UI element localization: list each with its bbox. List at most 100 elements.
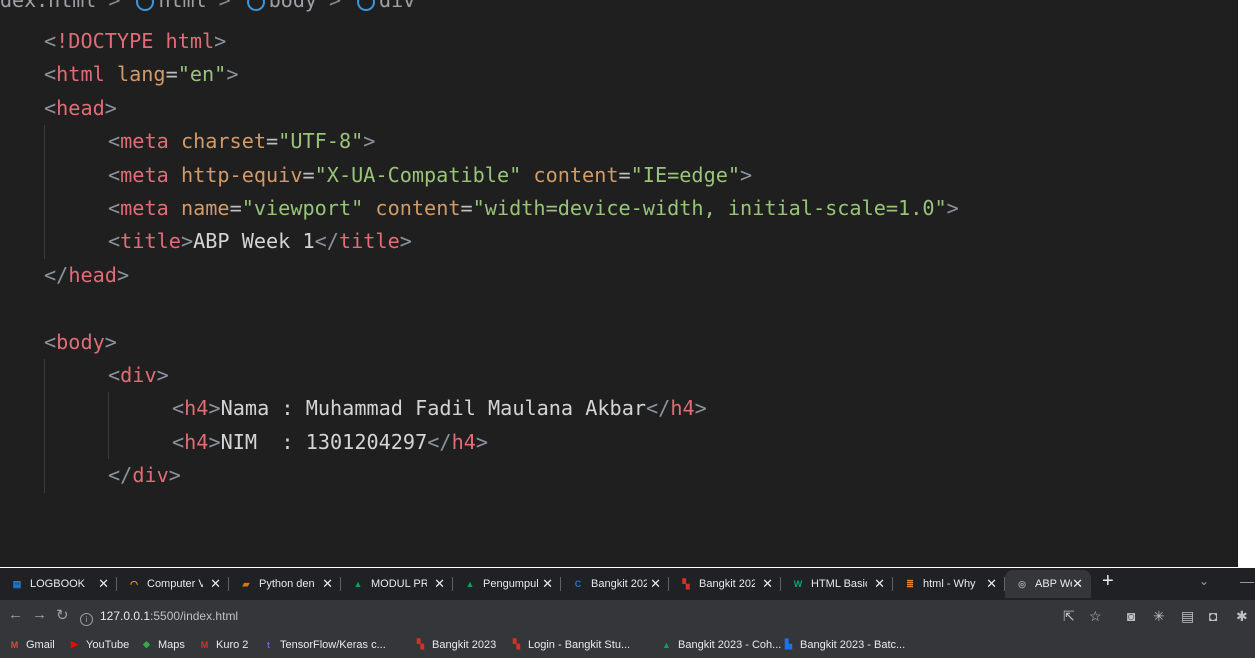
code-line[interactable]: <html lang="en">: [44, 58, 959, 91]
extension-icon[interactable]: ◙: [1127, 608, 1135, 624]
bookmark-label: Login - Bangkit Stu...: [528, 638, 631, 651]
close-tab-icon[interactable]: ✕: [874, 576, 885, 592]
code-line[interactable]: </div>: [44, 459, 959, 492]
code-line[interactable]: <div>: [44, 359, 959, 392]
close-tab-icon[interactable]: ✕: [986, 576, 997, 592]
element-icon: [357, 0, 376, 11]
code-token: <: [172, 396, 185, 421]
code-token: <: [44, 329, 57, 354]
code-line[interactable]: <body>: [44, 326, 959, 359]
code-token: >: [168, 463, 181, 488]
code-token: >: [214, 29, 227, 53]
code-line[interactable]: <meta http-equiv="X-UA-Compatible" conte…: [44, 159, 959, 192]
bookmark-item[interactable]: ▲ Bangkit 2023 - Coh...: [660, 638, 781, 651]
code-token: >: [156, 362, 169, 387]
code-line[interactable]: <head>: [44, 92, 959, 125]
bookmark-item[interactable]: ▚ Bangkit 2023: [414, 638, 496, 651]
browser-tab[interactable]: ▲ MODUL PR ✕: [341, 570, 453, 598]
stackoverflow-icon: ≣: [906, 578, 914, 589]
bookmark-label: Maps: [158, 638, 185, 651]
browser-tab[interactable]: ◎ ABP Week✕: [1005, 570, 1091, 598]
code-token: h4: [184, 396, 209, 421]
browser-tab[interactable]: C Bangkit 202 ✕: [561, 570, 669, 598]
tab-label: MODUL PR: [371, 578, 427, 590]
bookmark-item[interactable]: M Gmail: [8, 638, 55, 651]
code-token: =: [618, 162, 631, 187]
code-line[interactable]: <title>ABP Week 1</title>: [44, 225, 959, 258]
code-line[interactable]: <h4>NIM : 1301204297</h4>: [44, 426, 959, 459]
code-token: </: [314, 229, 339, 254]
browser-tab[interactable]: ◠ Computer V ✕: [117, 570, 229, 598]
breadcrumb-item[interactable]: body: [269, 0, 317, 12]
breadcrumb-item[interactable]: dex.html: [0, 0, 96, 12]
share-icon[interactable]: ⇱: [1063, 608, 1075, 625]
bookmark-item[interactable]: t TensorFlow/Keras c...: [262, 638, 386, 651]
browser-tab[interactable]: ≣ html - Why ✕: [893, 570, 1005, 598]
code-line[interactable]: </head>: [44, 259, 959, 292]
code-token: Nama : Muhammad Fadil Maulana Akbar: [220, 396, 647, 421]
minimize-icon[interactable]: —: [1240, 573, 1254, 589]
code-token: <: [108, 195, 121, 220]
google-classroom-icon: ▙: [785, 639, 792, 649]
code-line[interactable]: <h4>Nama : Muhammad Fadil Maulana Akbar<…: [44, 392, 959, 425]
code-content[interactable]: <!DOCTYPE html> <html lang="en"> <head> <me…: [44, 25, 959, 492]
tab-search-chevron-icon[interactable]: ⌄: [1199, 574, 1209, 588]
code-token: content: [375, 195, 461, 220]
code-line[interactable]: <!DOCTYPE html>: [44, 25, 959, 58]
bookmarks-bar: M Gmail ▶ YouTube ◆ Maps M Kuro 2 t TensorFlow/Ke…: [0, 634, 1255, 658]
bookmark-label: Kuro 2: [216, 638, 249, 651]
bookmark-item[interactable]: ▶ YouTube: [68, 638, 129, 651]
code-token: meta: [120, 162, 169, 187]
code-editor[interactable]: dex.html > html > body > div <!DOCTYPE h…: [0, 0, 1238, 567]
code-line[interactable]: [44, 292, 959, 325]
code-token: div: [120, 362, 157, 387]
globe-icon: ◎: [1018, 578, 1026, 589]
new-tab-button[interactable]: +: [1102, 570, 1114, 593]
close-tab-icon[interactable]: ✕: [1072, 576, 1083, 592]
browser-tab[interactable]: ▚ Bangkit 202 ✕: [669, 570, 781, 598]
bookmark-item[interactable]: ◆ Maps: [140, 638, 185, 651]
back-icon[interactable]: ←: [8, 606, 23, 623]
browser-tab[interactable]: ▰ Python den ✕: [229, 570, 341, 598]
close-tab-icon[interactable]: ✕: [542, 576, 553, 592]
extension-copy-icon[interactable]: ▤: [1181, 608, 1194, 625]
close-tab-icon[interactable]: ✕: [650, 576, 661, 592]
browser-tab[interactable]: ▤ LOGBOOK I ✕: [0, 570, 117, 598]
close-tab-icon[interactable]: ✕: [762, 576, 773, 592]
camera-icon[interactable]: ◘: [1209, 608, 1217, 624]
url-field[interactable]: i 127.0.0.1:5500/index.html: [80, 609, 238, 626]
code-token: >: [226, 62, 239, 87]
code-line[interactable]: <meta name="viewport" content="width=dev…: [44, 192, 959, 225]
close-tab-icon[interactable]: ✕: [434, 576, 445, 592]
bookmark-item[interactable]: ▙ Bangkit 2023 - Batc...: [782, 638, 905, 651]
code-token: !DOCTYPE html: [56, 29, 215, 53]
w3schools-icon: W: [793, 579, 803, 589]
code-token: h4: [670, 396, 695, 421]
close-tab-icon[interactable]: ✕: [98, 576, 109, 592]
bookmark-star-icon[interactable]: ☆: [1089, 608, 1102, 625]
tab-label: Bangkit 202: [591, 578, 647, 590]
code-token: "IE=edge": [630, 162, 741, 187]
reload-icon[interactable]: ↻: [56, 606, 69, 624]
browser-tab[interactable]: W HTML Basic ✕: [781, 570, 893, 598]
address-bar-row: ← → ↻ i 127.0.0.1:5500/index.html ⇱ ☆ ◙ ✳…: [0, 600, 1255, 634]
close-tab-icon[interactable]: ✕: [322, 576, 333, 592]
code-token: </: [44, 262, 69, 287]
code-token: div: [132, 463, 169, 488]
code-line[interactable]: <meta charset="UTF-8">: [44, 125, 959, 158]
bookmark-item[interactable]: ▚ Login - Bangkit Stu...: [510, 638, 630, 651]
bookmark-item[interactable]: M Kuro 2: [198, 638, 249, 651]
coursera-icon: C: [574, 579, 582, 589]
browser-tab[interactable]: ▲ Pengumpul ✕: [453, 570, 561, 598]
code-token: <: [108, 362, 121, 387]
close-tab-icon[interactable]: ✕: [210, 576, 221, 592]
code-token: <: [108, 129, 121, 154]
site-info-icon[interactable]: i: [80, 613, 93, 626]
puzzle-extensions-icon[interactable]: ✱: [1236, 608, 1248, 625]
extension-sun-icon[interactable]: ✳: [1153, 608, 1165, 625]
breadcrumb-item[interactable]: div: [379, 0, 415, 12]
breadcrumb-item[interactable]: html: [158, 0, 206, 12]
forward-icon[interactable]: →: [32, 606, 47, 623]
